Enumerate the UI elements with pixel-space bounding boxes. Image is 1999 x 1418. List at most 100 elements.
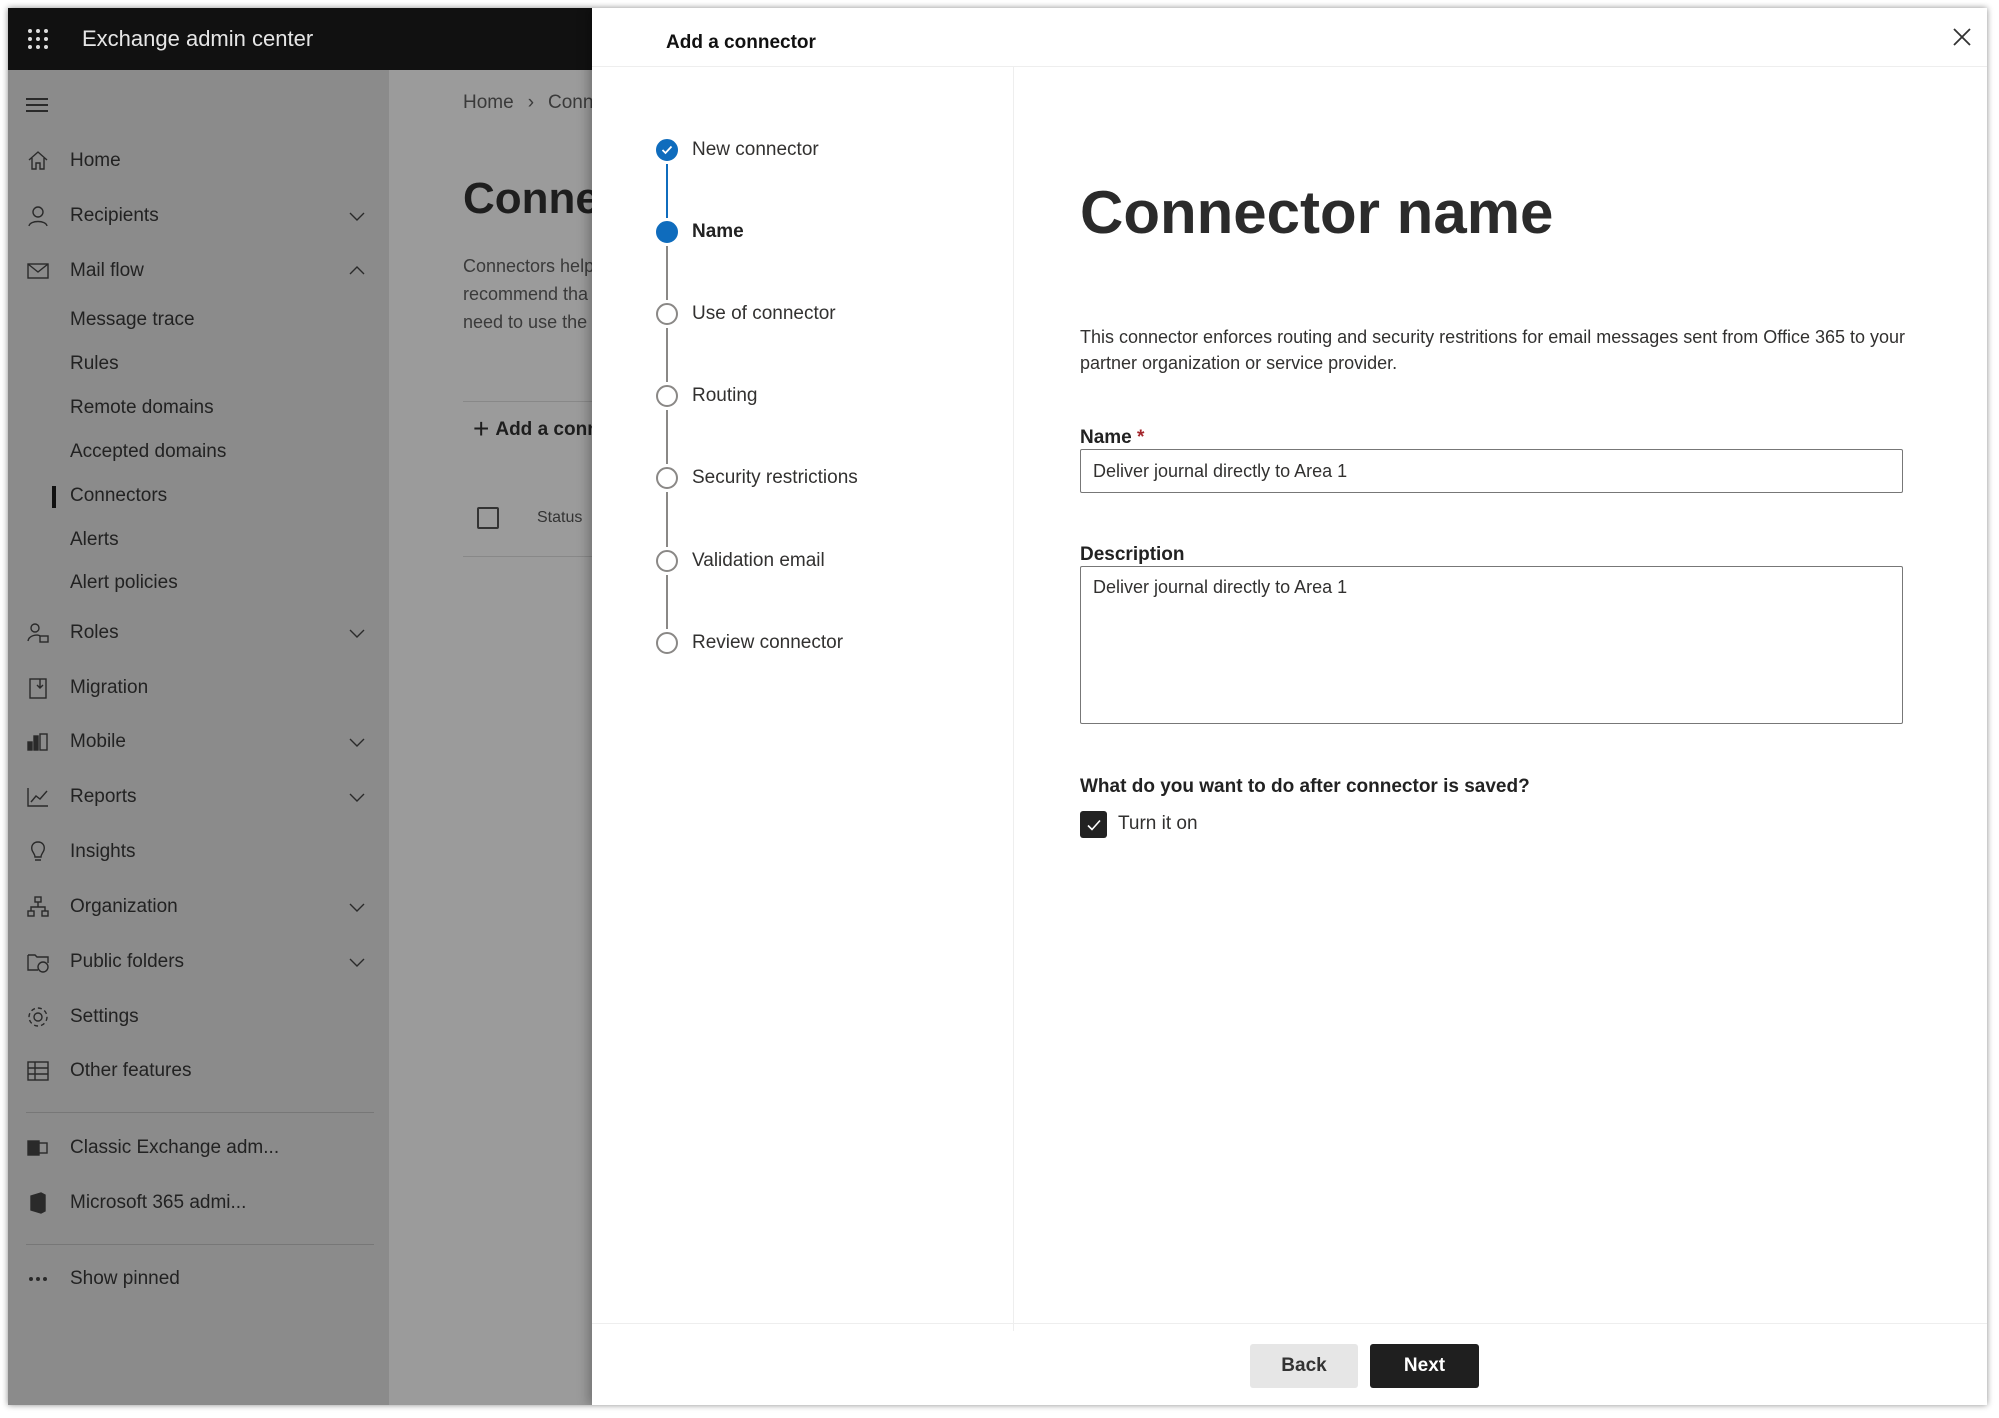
office-icon <box>30 1192 46 1214</box>
wizard-step[interactable]: Name <box>656 220 744 244</box>
sidebar-item-classic-exchange-adm[interactable]: Classic Exchange adm... <box>8 1128 389 1168</box>
sidebar-item-connectors[interactable]: Connectors <box>8 476 389 516</box>
divider <box>463 556 592 557</box>
roles-icon <box>27 623 49 643</box>
sidebar-item-label: Recipients <box>70 205 159 226</box>
select-all-checkbox[interactable] <box>477 507 499 529</box>
org-icon <box>27 896 49 917</box>
sidebar-item-home[interactable]: Home <box>8 141 389 181</box>
sidebar-item-mail-flow[interactable]: Mail flow <box>8 251 389 291</box>
step-connector <box>666 164 668 218</box>
add-connector-button[interactable]: + Add a conn <box>473 413 592 445</box>
main-content: Home › Conne Connec Connectors help recomme… <box>389 70 592 1405</box>
sidebar-item-label: Home <box>70 150 121 171</box>
description-line: Connectors help <box>463 256 592 276</box>
sidebar-item-remote-domains[interactable]: Remote domains <box>8 388 389 428</box>
sidebar-item-label: Message trace <box>70 309 195 330</box>
chevron-down-icon[interactable] <box>348 624 366 642</box>
back-button[interactable]: Back <box>1250 1344 1358 1388</box>
wizard-step[interactable]: New connector <box>656 138 819 162</box>
step-pending-icon <box>656 385 678 407</box>
wizard-step[interactable]: Security restrictions <box>656 466 858 490</box>
step-label: Use of connector <box>692 303 836 324</box>
step-pending-icon <box>656 632 678 654</box>
step-current-icon <box>656 221 678 243</box>
sidebar-item-other-features[interactable]: Other features <box>8 1051 389 1091</box>
next-button[interactable]: Next <box>1370 1344 1479 1388</box>
sidebar-item-message-trace[interactable]: Message trace <box>8 300 389 340</box>
breadcrumb: Home › Conne <box>463 92 592 114</box>
close-icon[interactable] <box>1950 25 1974 49</box>
mobile-icon <box>27 733 48 751</box>
sidebar-item-accepted-domains[interactable]: Accepted domains <box>8 432 389 472</box>
step-connector <box>666 492 668 547</box>
app-window: Exchange admin center Home Recipients Mail… <box>8 8 1987 1405</box>
sidebar-item-alerts[interactable]: Alerts <box>8 520 389 560</box>
sidebar-item-label: Migration <box>70 677 149 698</box>
sidebar-item-recipients[interactable]: Recipients <box>8 196 389 236</box>
sidebar-item-rules[interactable]: Rules <box>8 344 389 384</box>
status-column-header[interactable]: Status <box>537 509 582 527</box>
hamburger-menu-icon[interactable] <box>26 98 48 112</box>
sidebar: Home Recipients Mail flow Message trace Rule… <box>8 70 389 1405</box>
wizard-step[interactable]: Use of connector <box>656 302 836 326</box>
chevron-up-icon[interactable] <box>348 262 366 280</box>
divider <box>592 66 1987 67</box>
page-title: Connec <box>463 174 592 223</box>
step-connector <box>666 328 668 382</box>
migration-icon <box>29 678 47 699</box>
app-launcher-icon[interactable] <box>27 28 49 50</box>
sidebar-item-label: Mobile <box>70 731 126 752</box>
required-marker: * <box>1137 427 1145 448</box>
sidebar-item-label: Roles <box>70 622 119 643</box>
sidebar-item-mobile[interactable]: Mobile <box>8 722 389 762</box>
step-intro: This connector enforces routing and secu… <box>1080 327 1906 373</box>
step-label: Validation email <box>692 550 825 571</box>
sidebar-item-label: Public folders <box>70 951 185 972</box>
name-input[interactable] <box>1080 449 1903 493</box>
wizard-step[interactable]: Review connector <box>656 631 843 655</box>
add-connector-label: Add a conn <box>495 419 592 440</box>
wizard-step[interactable]: Routing <box>656 384 758 408</box>
plus-icon: + <box>473 413 490 444</box>
step-label: Review connector <box>692 632 844 653</box>
sidebar-item-public-folders[interactable]: Public folders <box>8 942 389 982</box>
chevron-down-icon[interactable] <box>348 953 366 971</box>
description-textarea[interactable]: Deliver journal directly to Area 1 <box>1080 566 1903 724</box>
wizard-step[interactable]: Validation email <box>656 549 825 573</box>
sidebar-item-reports[interactable]: Reports <box>8 777 389 817</box>
sidebar-item-label: Microsoft 365 admi... <box>70 1192 247 1213</box>
sidebar-item-settings[interactable]: Settings <box>8 997 389 1037</box>
chevron-down-icon[interactable] <box>348 207 366 225</box>
sidebar-item-alert-policies[interactable]: Alert policies <box>8 563 389 603</box>
breadcrumb-separator-icon: › <box>527 92 535 113</box>
chevron-down-icon[interactable] <box>348 898 366 916</box>
sidebar-item-organization[interactable]: Organization <box>8 887 389 927</box>
step-label: Security restrictions <box>692 467 858 488</box>
divider <box>463 401 592 402</box>
turn-it-on-checkbox[interactable] <box>1080 811 1107 838</box>
step-label: Routing <box>692 385 758 406</box>
breadcrumb-home[interactable]: Home <box>463 92 514 113</box>
breadcrumb-current[interactable]: Conne <box>548 92 592 113</box>
sidebar-item-migration[interactable]: Migration <box>8 668 389 708</box>
turn-it-on-label[interactable]: Turn it on <box>1118 813 1198 835</box>
selected-indicator <box>52 486 56 508</box>
sidebar-item-label: Mail flow <box>70 260 144 281</box>
more-icon <box>29 1276 48 1281</box>
step-label: New connector <box>692 139 819 160</box>
sidebar-item-roles[interactable]: Roles <box>8 613 389 653</box>
sidebar-item-label: Remote domains <box>70 397 214 418</box>
gear-icon <box>28 1007 48 1027</box>
chevron-down-icon[interactable] <box>348 733 366 751</box>
sidebar-item-label: Other features <box>70 1060 192 1081</box>
exchange-icon <box>27 1140 48 1156</box>
home-icon <box>28 151 48 170</box>
chevron-down-icon[interactable] <box>348 788 366 806</box>
sidebar-item-insights[interactable]: Insights <box>8 832 389 872</box>
sidebar-item-label: Rules <box>70 353 119 374</box>
divider <box>26 1112 374 1113</box>
sidebar-item-show-pinned[interactable]: Show pinned <box>8 1259 389 1299</box>
sidebar-item-label: Alerts <box>70 529 119 550</box>
sidebar-item-microsoft-365-admi[interactable]: Microsoft 365 admi... <box>8 1183 389 1223</box>
